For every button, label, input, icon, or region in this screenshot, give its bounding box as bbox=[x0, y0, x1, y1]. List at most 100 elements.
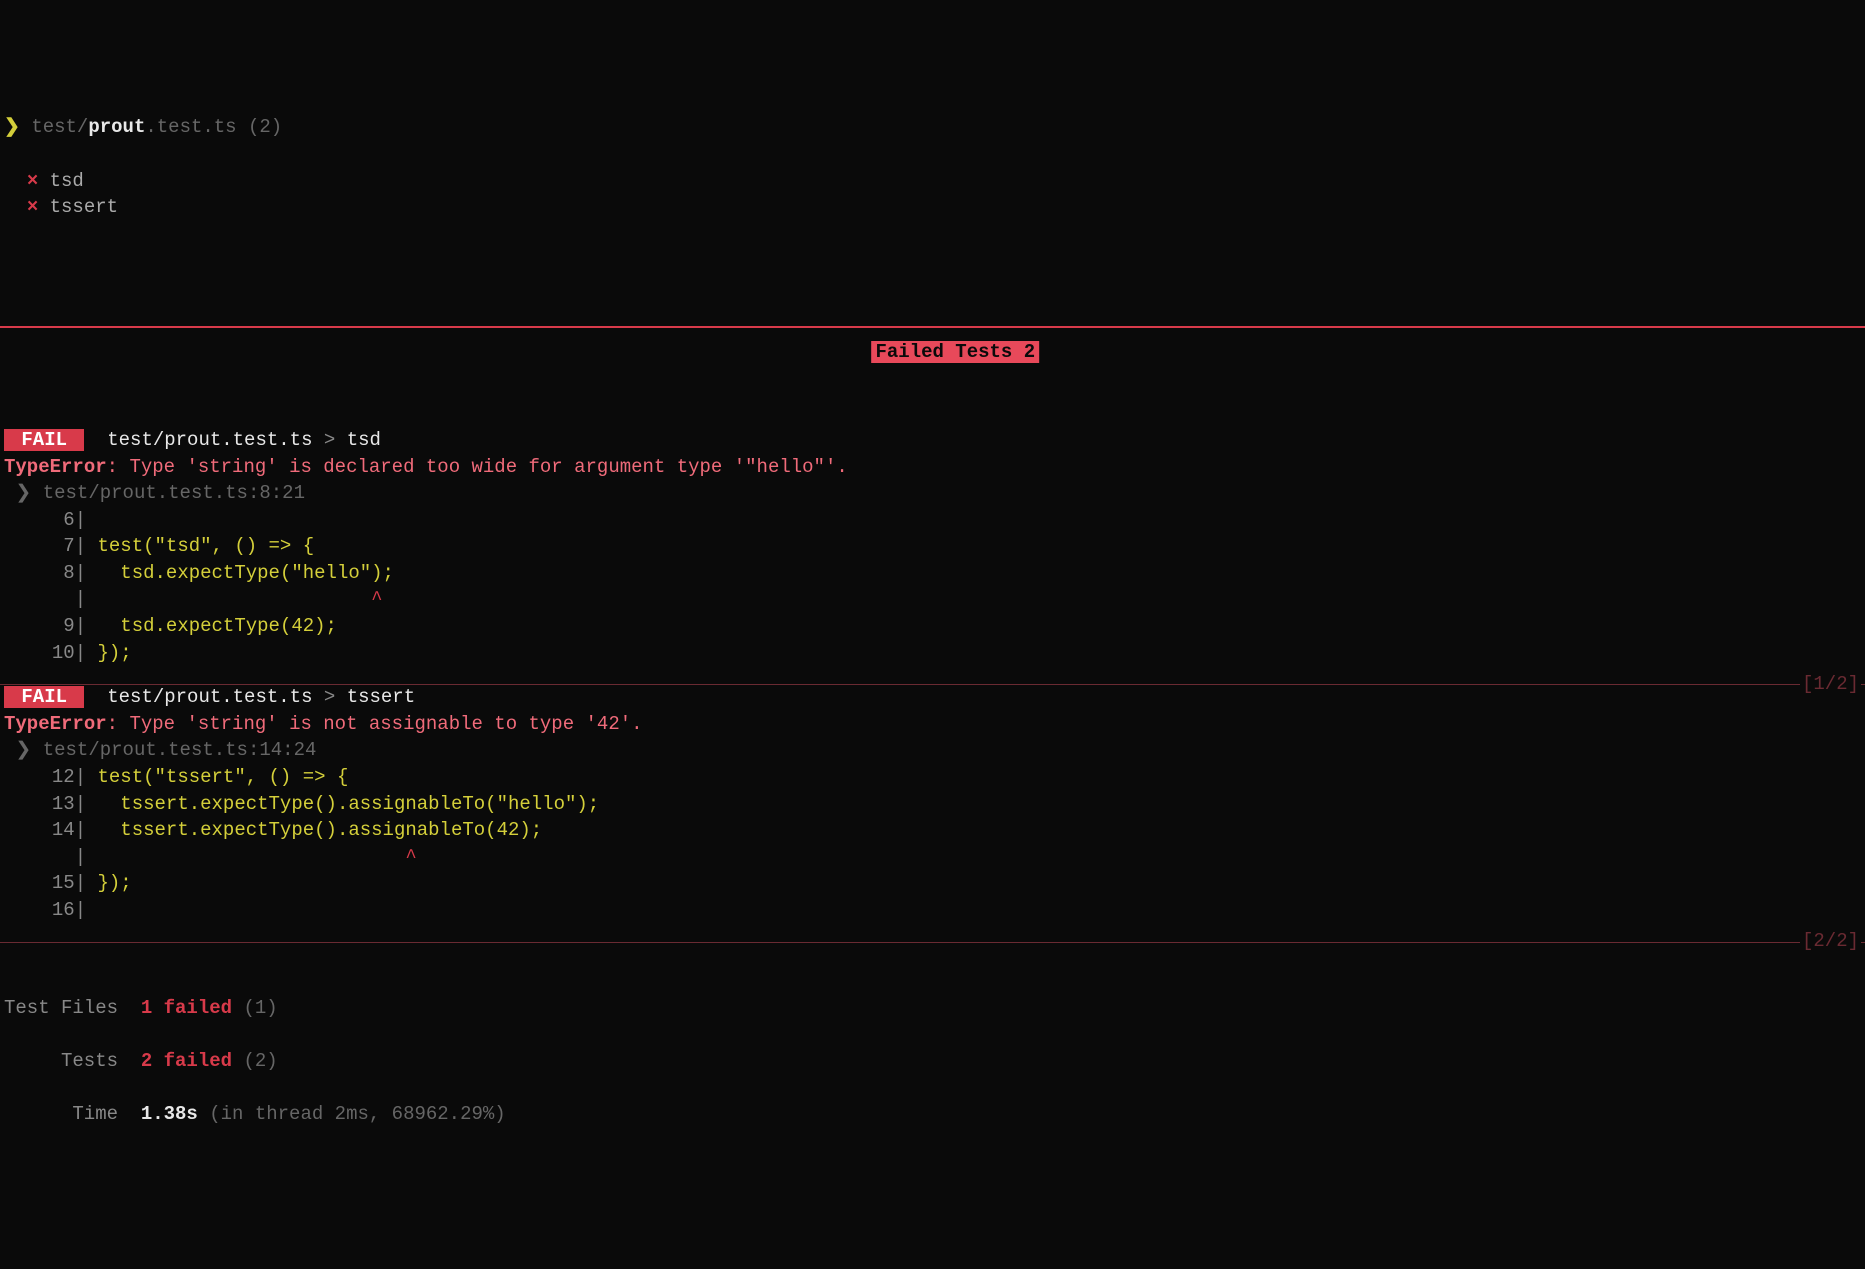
line-number: 15 bbox=[50, 870, 75, 897]
line-number: 13 bbox=[50, 791, 75, 818]
failed-tests-label: Failed Tests 2 bbox=[871, 341, 1039, 363]
line-number: 10 bbox=[50, 640, 75, 667]
failure-title: FAIL test/prout.test.ts > tsd bbox=[0, 427, 1865, 454]
line-number: 14 bbox=[50, 817, 75, 844]
gutter-pipe: | bbox=[75, 899, 86, 921]
gutter-pipe: | bbox=[75, 766, 86, 788]
code-line: 7| test("tsd", () => { bbox=[0, 533, 1865, 560]
test-name: tssert bbox=[50, 196, 118, 218]
code-text: test("tssert", () => { bbox=[98, 766, 349, 788]
error-message: TypeError: Type 'string' is declared too… bbox=[0, 454, 1865, 481]
error-colon: : bbox=[107, 713, 130, 735]
failure-path: test/prout.test.ts bbox=[107, 429, 312, 451]
caret-icon: ^ bbox=[405, 846, 416, 868]
summary-value: 2 failed bbox=[141, 1050, 232, 1072]
line-number: 7 bbox=[50, 533, 75, 560]
code-line: 6| bbox=[0, 507, 1865, 534]
code-line: | ^ bbox=[0, 586, 1865, 613]
separator: > bbox=[312, 429, 346, 451]
code-indent bbox=[98, 588, 372, 610]
code-text: tssert.expectType().assignableTo("hello"… bbox=[98, 793, 600, 815]
error-colon: : bbox=[107, 456, 130, 478]
failure-counter: [1/2] bbox=[1800, 671, 1861, 698]
summary-label: Time bbox=[4, 1101, 118, 1128]
summary-label: Tests bbox=[4, 1048, 118, 1075]
summary-tests: Tests 2 failed (2) bbox=[0, 1048, 1865, 1075]
summary-label: Test Files bbox=[4, 995, 118, 1022]
test-result-item: × tssert bbox=[0, 194, 1865, 221]
file-path-prefix: test/ bbox=[31, 116, 88, 138]
summary-files: Test Files 1 failed (1) bbox=[0, 995, 1865, 1022]
separator: > bbox=[312, 686, 346, 708]
fail-badge: FAIL bbox=[4, 686, 84, 708]
gutter-pipe: | bbox=[75, 562, 86, 584]
error-text: Type 'string' is declared too wide for a… bbox=[129, 456, 847, 478]
line-number: 12 bbox=[50, 764, 75, 791]
chevron-icon: ❯ bbox=[4, 116, 20, 138]
code-indent bbox=[98, 846, 406, 868]
test-count: (2) bbox=[237, 116, 283, 138]
code-line: 12| test("tssert", () => { bbox=[0, 764, 1865, 791]
failure-test: tsd bbox=[347, 429, 381, 451]
caret-icon: ^ bbox=[371, 588, 382, 610]
failure-counter: [2/2] bbox=[1800, 928, 1861, 955]
line-number: 6 bbox=[50, 507, 75, 534]
code-text: }); bbox=[98, 642, 132, 664]
line-number: 8 bbox=[50, 560, 75, 587]
code-text: }); bbox=[98, 872, 132, 894]
summary-suffix: (in thread 2ms, 68962.29%) bbox=[198, 1103, 506, 1125]
code-text: tsd.expectType("hello"); bbox=[98, 562, 394, 584]
gutter-pipe: | bbox=[75, 819, 86, 841]
code-text: tssert.expectType().assignableTo(42); bbox=[98, 819, 543, 841]
location-text: test/prout.test.ts:14:24 bbox=[31, 739, 316, 761]
error-type: TypeError bbox=[4, 713, 107, 735]
fail-mark-icon: × bbox=[27, 170, 38, 192]
chevron-icon: ❯ bbox=[15, 739, 31, 761]
chevron-icon: ❯ bbox=[15, 482, 31, 504]
summary-time: Time 1.38s (in thread 2ms, 68962.29%) bbox=[0, 1101, 1865, 1128]
location-text: test/prout.test.ts:8:21 bbox=[31, 482, 305, 504]
fail-mark-icon: × bbox=[27, 196, 38, 218]
test-result-item: × tsd bbox=[0, 168, 1865, 195]
test-file-header: ❯ test/prout.test.ts (2) bbox=[0, 114, 1865, 141]
code-line: 13| tssert.expectType().assignableTo("he… bbox=[0, 791, 1865, 818]
code-line: 16| bbox=[0, 897, 1865, 924]
gutter-pipe: | bbox=[75, 642, 86, 664]
failure-title: FAIL test/prout.test.ts > tssert bbox=[0, 684, 1865, 711]
failure-path: test/prout.test.ts bbox=[107, 686, 312, 708]
line-number: 9 bbox=[50, 613, 75, 640]
summary-value: 1.38s bbox=[141, 1103, 198, 1125]
file-name: prout bbox=[88, 116, 145, 138]
code-line: 8| tsd.expectType("hello"); bbox=[0, 560, 1865, 587]
code-line: 15| }); bbox=[0, 870, 1865, 897]
error-location: ❯ test/prout.test.ts:14:24 bbox=[0, 737, 1865, 764]
error-text: Type 'string' is not assignable to type … bbox=[129, 713, 642, 735]
line-number: 16 bbox=[50, 897, 75, 924]
gutter-pipe: | bbox=[75, 535, 86, 557]
code-line: 9| tsd.expectType(42); bbox=[0, 613, 1865, 640]
summary-value: 1 failed bbox=[141, 997, 232, 1019]
code-line: | ^ bbox=[0, 844, 1865, 871]
error-location: ❯ test/prout.test.ts:8:21 bbox=[0, 480, 1865, 507]
file-path-suffix: .test.ts bbox=[145, 116, 236, 138]
error-type: TypeError bbox=[4, 456, 107, 478]
gutter-pipe: | bbox=[75, 872, 86, 894]
code-text: tsd.expectType(42); bbox=[98, 615, 337, 637]
failure-test: tssert bbox=[347, 686, 415, 708]
summary-suffix: (2) bbox=[232, 1050, 278, 1072]
failed-tests-divider: Failed Tests 2 bbox=[0, 286, 1865, 366]
fail-badge: FAIL bbox=[4, 429, 84, 451]
code-text: test("tsd", () => { bbox=[98, 535, 315, 557]
test-name: tsd bbox=[50, 170, 84, 192]
code-line: 10| }); bbox=[0, 640, 1865, 667]
gutter-pipe: | bbox=[75, 793, 86, 815]
gutter-pipe: | bbox=[75, 509, 86, 531]
gutter-pipe: | bbox=[75, 846, 86, 868]
gutter-pipe: | bbox=[75, 588, 86, 610]
summary-suffix: (1) bbox=[232, 997, 278, 1019]
gutter-pipe: | bbox=[75, 615, 86, 637]
failure-block: FAIL test/prout.test.ts > tsdTypeError: … bbox=[0, 427, 1865, 666]
code-line: 14| tssert.expectType().assignableTo(42)… bbox=[0, 817, 1865, 844]
error-message: TypeError: Type 'string' is not assignab… bbox=[0, 711, 1865, 738]
failure-block: FAIL test/prout.test.ts > tssertTypeErro… bbox=[0, 684, 1865, 923]
